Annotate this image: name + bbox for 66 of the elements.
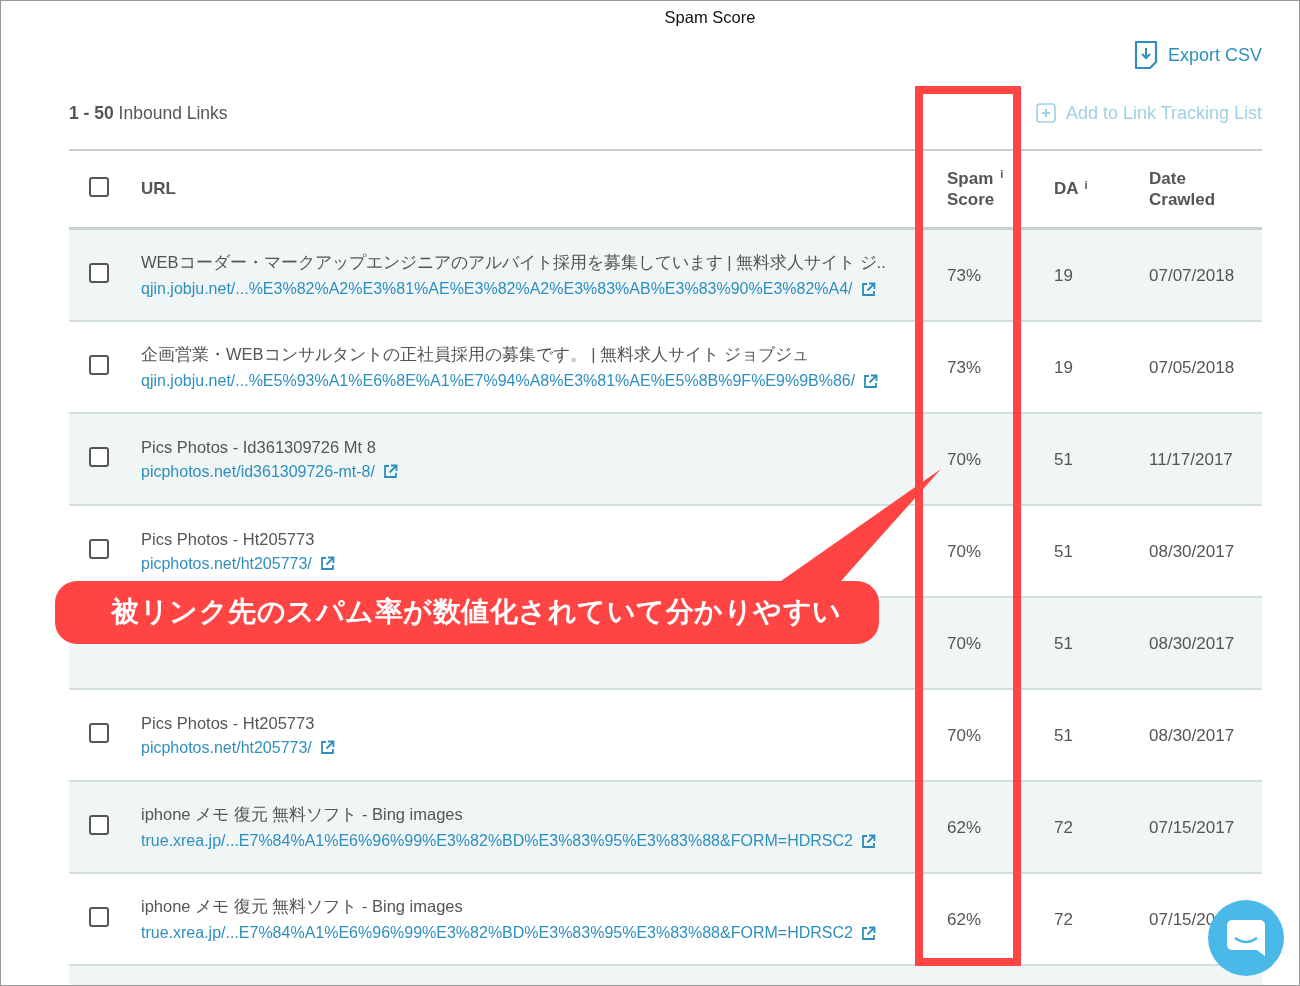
checkbox[interactable] <box>89 722 109 743</box>
page-title: Pics Photos - Id361309726 Mt 8 <box>141 437 377 457</box>
date-crawled: 08/30/2017 <box>1149 725 1236 746</box>
spam-score: 70% <box>947 633 983 654</box>
checkbox[interactable] <box>89 446 109 467</box>
column-header[interactable]: URL <box>141 179 176 199</box>
checkbox[interactable] <box>89 354 109 375</box>
url-link[interactable]: picphotos.net/ht205773/ <box>141 554 312 573</box>
spam-score: 62% <box>947 909 983 930</box>
date-crawled: 08/30/2017 <box>1149 633 1236 654</box>
info-icon[interactable]: i <box>1084 179 1088 191</box>
spam-score: 70% <box>947 541 983 562</box>
page-title: iphone メモ 復元 無料ソフト - Bing images <box>141 804 464 825</box>
da-value: 19 <box>1054 357 1074 378</box>
date-crawled: 08/30/2017 <box>1149 541 1236 562</box>
url-link[interactable]: picphotos.net/ht205773/ <box>141 738 312 757</box>
date-crawled: 07/15/2017 <box>1149 817 1236 838</box>
column-header[interactable]: Spam Score <box>947 168 995 210</box>
da-value: 51 <box>1054 633 1074 654</box>
external-link-icon[interactable] <box>860 833 876 849</box>
info-icon[interactable]: i <box>1000 168 1004 180</box>
page-title: iphone メモ 復元 無料ソフト - Bing images <box>141 896 464 917</box>
column-header[interactable]: Date Crawled <box>1149 168 1216 210</box>
plus-icon <box>1035 103 1056 123</box>
url-link[interactable]: picphotos.net/id361309726-mt-8/ <box>141 462 375 481</box>
url-link[interactable]: qjin.jobju.net/...%E5%93%A1%E6%8E%A1%E7%94%A8%E3%81%AE%E5%8B%9F%E9%9B%86/ <box>141 372 856 390</box>
chat-icon <box>1226 919 1266 957</box>
external-link-icon[interactable] <box>863 373 879 389</box>
result-count: 1 - 50 Inbound Links <box>69 102 228 124</box>
page-title: Pics Photos - Ht205773 <box>141 713 316 733</box>
spam-score: 62% <box>947 817 983 838</box>
external-link-icon[interactable] <box>319 556 335 571</box>
page-title: Pics Photos - Ht205773 <box>141 529 316 549</box>
checkbox[interactable] <box>89 906 109 927</box>
checkbox[interactable] <box>89 176 109 197</box>
date-crawled: 07/07/2018 <box>1149 265 1236 286</box>
url-link[interactable]: true.xrea.jp/...E7%84%A1%E6%96%99%E3%82%BD%E3%83%95%E3%83%88&FORM=HDRSC2 <box>141 924 853 942</box>
page-title: 企画営業・WEBコンサルタントの正社員採用の募集です。 | 無料求人サイト ジョブジュ <box>141 344 810 365</box>
date-crawled: 07/05/2018 <box>1149 357 1236 378</box>
spam-score: 70% <box>947 725 983 746</box>
spam-score: 73% <box>947 357 983 378</box>
da-value: 72 <box>1054 817 1074 838</box>
date-crawled: 11/17/2017 <box>1149 449 1234 470</box>
da-value: 51 <box>1054 541 1074 562</box>
external-link-icon[interactable] <box>319 740 335 755</box>
spam-score: 70% <box>947 449 983 470</box>
date-crawled: 07/15/20 <box>1149 909 1217 930</box>
page-heading: Spam Score <box>663 7 757 28</box>
callout-text: 被リンク先のスパム率が数値化されていて分かりやすい <box>111 594 842 630</box>
url-link[interactable]: qjin.jobju.net/...%E3%82%A2%E3%81%AE%E3%82%A2%E3%83%AB%E3%83%90%E3%82%A4/ <box>141 280 853 298</box>
external-link-icon[interactable] <box>860 281 876 297</box>
external-link-icon[interactable] <box>860 925 876 941</box>
checkbox[interactable] <box>89 538 109 559</box>
spam-score: 73% <box>947 265 983 286</box>
url-link[interactable]: true.xrea.jp/...E7%84%A1%E6%96%99%E3%82%BD%E3%83%95%E3%83%88&FORM=HDRSC2 <box>141 832 853 850</box>
column-header[interactable]: DA <box>1054 179 1079 199</box>
checkbox[interactable] <box>89 814 109 835</box>
external-link-icon[interactable] <box>382 464 398 479</box>
export-csv-button[interactable]: Export CSV <box>1133 40 1262 70</box>
da-value: 19 <box>1054 265 1074 286</box>
da-value: 51 <box>1054 449 1074 470</box>
page-title: WEBコーダー・マークアップエンジニアのアルバイト採用を募集しています | 無料求人サイト ジ.. <box>141 252 887 273</box>
da-value: 72 <box>1054 909 1074 930</box>
da-value: 51 <box>1054 725 1074 746</box>
download-file-icon <box>1133 40 1158 70</box>
checkbox[interactable] <box>89 262 109 283</box>
